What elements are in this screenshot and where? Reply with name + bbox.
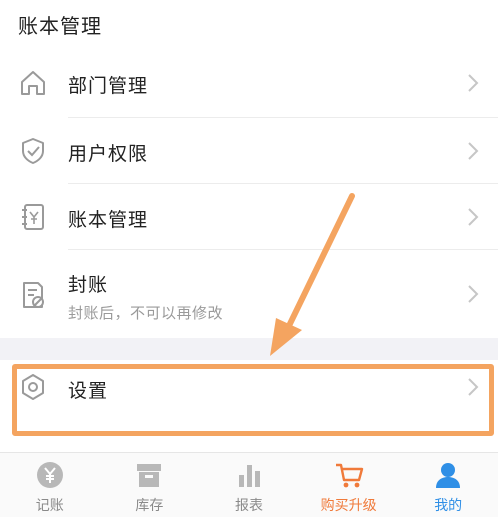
tab-label: 报表 — [234, 498, 263, 514]
menu-item-label: 用户权限 — [68, 143, 149, 165]
tab-reports[interactable]: 报表 — [199, 453, 299, 517]
shopping-cart-icon — [335, 463, 363, 488]
tab-inventory[interactable]: 库存 — [100, 453, 200, 517]
menu-item-label: 部门管理 — [68, 75, 149, 97]
menu-item-ledger-management[interactable]: 账本管理 — [0, 184, 498, 250]
menu-item-sublabel: 封账后，不可以再修改 — [68, 304, 224, 322]
tab-bookkeeping[interactable]: 记账 — [0, 453, 100, 517]
tab-label: 我的 — [434, 498, 463, 514]
section-gap — [0, 338, 498, 360]
tab-label: 记账 — [35, 498, 64, 514]
tab-purchase-upgrade[interactable]: 购买升级 — [299, 453, 399, 517]
closed-ledger-icon — [23, 282, 44, 308]
chevron-right-icon — [468, 142, 479, 160]
shield-check-icon — [22, 138, 44, 164]
tab-label: 购买升级 — [320, 498, 377, 514]
tab-label: 库存 — [135, 498, 164, 514]
chevron-right-icon — [468, 74, 479, 92]
section-title: 账本管理 — [18, 14, 102, 38]
home-icon — [21, 71, 45, 95]
menu-item-label: 封账 — [68, 274, 109, 296]
bar-chart-icon — [238, 465, 260, 487]
chevron-right-icon — [468, 208, 479, 226]
menu-item-label: 账本管理 — [68, 209, 149, 231]
chevron-right-icon — [468, 285, 479, 303]
tab-mine[interactable]: 我的 — [398, 453, 498, 517]
inventory-box-icon — [137, 464, 162, 487]
menu-item-department[interactable]: 部门管理 — [0, 48, 498, 118]
bottom-tab-bar: 记账 库存 报表 购买升级 我的 — [0, 452, 498, 517]
settings-highlight-box — [12, 364, 494, 436]
menu-item-user-permissions[interactable]: 用户权限 — [0, 118, 498, 184]
ledger-book-icon — [22, 204, 44, 230]
yen-coin-icon — [36, 462, 63, 488]
user-icon — [436, 463, 461, 488]
section-header: 账本管理 — [0, 0, 498, 48]
menu-item-close-books[interactable]: 封账 封账后，不可以再修改 — [0, 250, 498, 338]
